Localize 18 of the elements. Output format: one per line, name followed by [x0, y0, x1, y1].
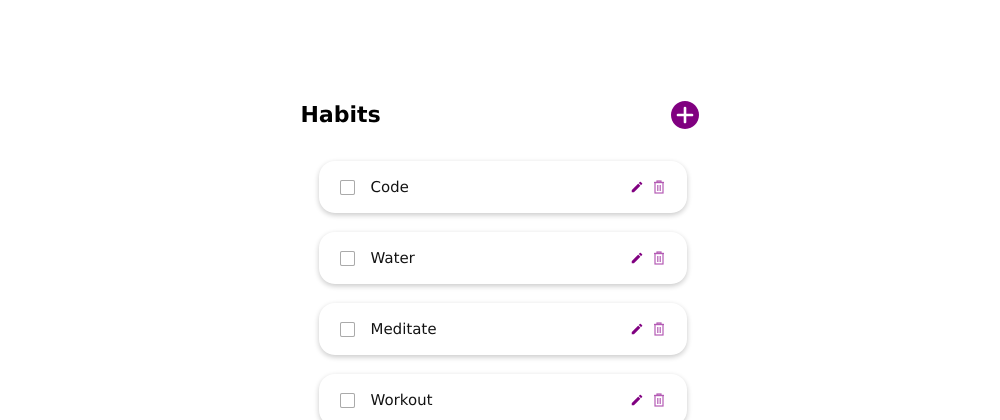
habit-name: Water — [370, 249, 416, 267]
trash-icon[interactable] — [652, 322, 664, 336]
trash-icon[interactable] — [652, 251, 664, 265]
checkbox[interactable] — [340, 322, 354, 336]
checkbox[interactable] — [340, 250, 354, 266]
edit-icon[interactable] — [630, 251, 644, 265]
habit-name: Workout — [370, 391, 434, 409]
checkbox[interactable] — [340, 180, 354, 194]
edit-icon[interactable] — [630, 322, 644, 336]
trash-icon[interactable] — [652, 180, 664, 194]
checkbox[interactable] — [340, 392, 354, 408]
edit-icon[interactable] — [630, 393, 644, 407]
add-button[interactable] — [670, 101, 698, 129]
habit-name: Code — [370, 178, 410, 196]
habit-name: Meditate — [370, 320, 438, 338]
page-title: Habits — [300, 102, 381, 128]
trash-icon[interactable] — [652, 393, 664, 407]
edit-icon[interactable] — [630, 180, 644, 194]
